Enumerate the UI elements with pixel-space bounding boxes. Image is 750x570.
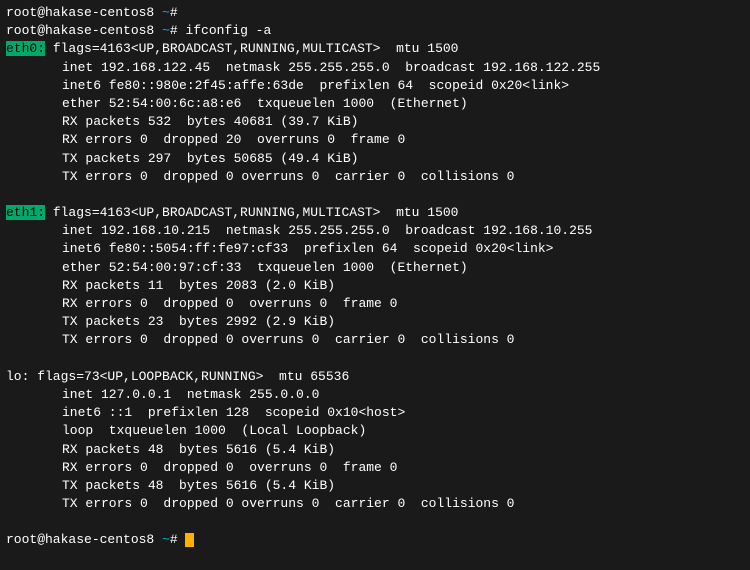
cwd-tilde: ~ <box>162 23 170 38</box>
shell-prompt: root@hakase-centos8 <box>6 5 162 20</box>
iface-line: TX errors 0 dropped 0 overruns 0 carrier… <box>6 495 744 513</box>
cwd-tilde: ~ <box>162 532 170 547</box>
iface-line: inet6 fe80::5054:ff:fe97:cf33 prefixlen … <box>6 240 744 258</box>
iface-line: TX packets 23 bytes 2992 (2.9 KiB) <box>6 313 744 331</box>
terminal-output: root@hakase-centos8 ~# root@hakase-cento… <box>6 4 744 550</box>
iface-flags: flags=73<UP,LOOPBACK,RUNNING> mtu 65536 <box>29 369 349 384</box>
prompt-hash: # <box>170 23 178 38</box>
iface-line: RX errors 0 dropped 20 overruns 0 frame … <box>6 131 744 149</box>
iface-name: eth1: <box>6 205 45 220</box>
iface-line: RX packets 11 bytes 2083 (2.0 KiB) <box>6 277 744 295</box>
iface-line: TX packets 48 bytes 5616 (5.4 KiB) <box>6 477 744 495</box>
iface-eth0-header: eth0: flags=4163<UP,BROADCAST,RUNNING,MU… <box>6 40 744 58</box>
blank-line <box>6 186 744 204</box>
iface-line: TX errors 0 dropped 0 overruns 0 carrier… <box>6 331 744 349</box>
prompt-line-1: root@hakase-centos8 ~# <box>6 4 744 22</box>
iface-line: inet6 ::1 prefixlen 128 scopeid 0x10<hos… <box>6 404 744 422</box>
iface-flags: flags=4163<UP,BROADCAST,RUNNING,MULTICAS… <box>45 205 458 220</box>
blank-line <box>6 513 744 531</box>
iface-name: lo: <box>6 369 29 384</box>
iface-lo-header: lo: flags=73<UP,LOOPBACK,RUNNING> mtu 65… <box>6 368 744 386</box>
prompt-line-3[interactable]: root@hakase-centos8 ~# <box>6 531 744 549</box>
iface-line: inet 192.168.122.45 netmask 255.255.255.… <box>6 59 744 77</box>
iface-line: inet 192.168.10.215 netmask 255.255.255.… <box>6 222 744 240</box>
iface-line: RX packets 532 bytes 40681 (39.7 KiB) <box>6 113 744 131</box>
iface-line: RX packets 48 bytes 5616 (5.4 KiB) <box>6 441 744 459</box>
iface-line: ether 52:54:00:97:cf:33 txqueuelen 1000 … <box>6 259 744 277</box>
shell-prompt: root@hakase-centos8 <box>6 23 162 38</box>
iface-line: ether 52:54:00:6c:a8:e6 txqueuelen 1000 … <box>6 95 744 113</box>
iface-line: inet 127.0.0.1 netmask 255.0.0.0 <box>6 386 744 404</box>
iface-line: loop txqueuelen 1000 (Local Loopback) <box>6 422 744 440</box>
iface-line: TX errors 0 dropped 0 overruns 0 carrier… <box>6 168 744 186</box>
cursor-icon <box>185 533 194 547</box>
prompt-hash: # <box>170 532 178 547</box>
iface-line: RX errors 0 dropped 0 overruns 0 frame 0 <box>6 295 744 313</box>
blank-line <box>6 350 744 368</box>
iface-flags: flags=4163<UP,BROADCAST,RUNNING,MULTICAS… <box>45 41 458 56</box>
iface-name: eth0: <box>6 41 45 56</box>
prompt-line-2: root@hakase-centos8 ~# ifconfig -a <box>6 22 744 40</box>
shell-prompt: root@hakase-centos8 <box>6 532 162 547</box>
iface-line: TX packets 297 bytes 50685 (49.4 KiB) <box>6 150 744 168</box>
cwd-tilde: ~ <box>162 5 170 20</box>
prompt-hash: # <box>170 5 178 20</box>
iface-eth1-header: eth1: flags=4163<UP,BROADCAST,RUNNING,MU… <box>6 204 744 222</box>
iface-line: RX errors 0 dropped 0 overruns 0 frame 0 <box>6 459 744 477</box>
command-text: ifconfig -a <box>178 23 272 38</box>
iface-line: inet6 fe80::980e:2f45:affe:63de prefixle… <box>6 77 744 95</box>
